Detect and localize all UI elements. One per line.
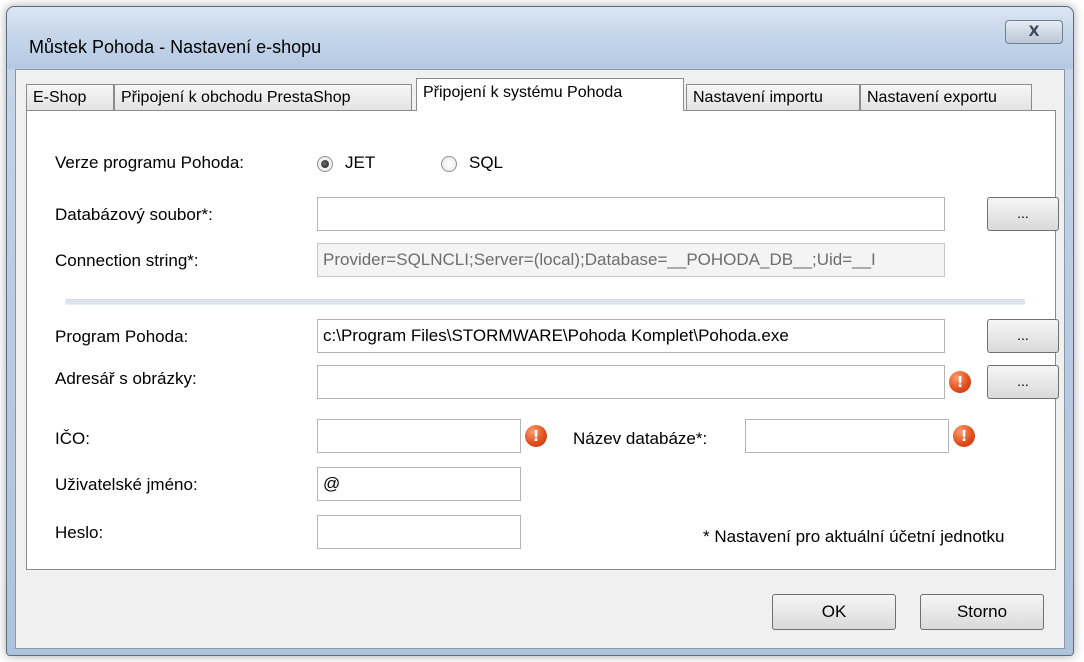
db-file-input[interactable] bbox=[317, 197, 945, 231]
password-label: Heslo: bbox=[55, 523, 104, 542]
tab-import-settings[interactable]: Nastavení importu bbox=[686, 84, 860, 110]
program-pohoda-input[interactable]: c:\Program Files\STORMWARE\Pohoda Komple… bbox=[317, 319, 945, 353]
db-name-label: Název databáze*: bbox=[573, 429, 708, 448]
dialog-body: E-Shop Připojení k obchodu PrestaShop Př… bbox=[15, 69, 1065, 649]
radio-jet-label[interactable]: JET bbox=[345, 153, 375, 173]
settings-note: * Nastavení pro aktuální účetní jednotku bbox=[703, 527, 1005, 546]
db-file-browse-button[interactable]: ... bbox=[987, 197, 1059, 231]
radio-jet[interactable] bbox=[317, 156, 333, 172]
window-title: Můstek Pohoda - Nastavení e-shopu bbox=[29, 37, 322, 57]
tab-prestashop-connection[interactable]: Připojení k obchodu PrestaShop bbox=[114, 84, 412, 110]
images-dir-error-icon: ! bbox=[949, 371, 971, 393]
images-dir-input[interactable] bbox=[317, 365, 945, 399]
connection-string-input[interactable]: Provider=SQLNCLI;Server=(local);Database… bbox=[317, 243, 945, 277]
radio-sql[interactable] bbox=[441, 156, 457, 172]
images-dir-label: Adresář s obrázky: bbox=[55, 369, 197, 388]
close-icon: X bbox=[1028, 24, 1040, 40]
program-pohoda-browse-button[interactable]: ... bbox=[987, 319, 1059, 353]
db-name-error-icon: ! bbox=[953, 425, 975, 447]
connection-string-label: Connection string*: bbox=[55, 251, 199, 270]
version-label: Verze programu Pohoda: bbox=[55, 153, 245, 172]
title-bar[interactable]: Můstek Pohoda - Nastavení e-shopu X bbox=[7, 7, 1073, 69]
dialog-window: Můstek Pohoda - Nastavení e-shopu X E-Sh… bbox=[6, 6, 1074, 656]
tab-eshop[interactable]: E-Shop bbox=[26, 84, 114, 110]
password-input[interactable] bbox=[317, 515, 521, 549]
ico-label: IČO: bbox=[55, 429, 90, 448]
images-dir-browse-button[interactable]: ... bbox=[987, 365, 1059, 399]
tab-pohoda-connection[interactable]: Připojení k systému Pohoda bbox=[416, 78, 684, 111]
radio-sql-label[interactable]: SQL bbox=[469, 153, 503, 173]
db-file-label: Databázový soubor*: bbox=[55, 205, 213, 224]
ico-error-icon: ! bbox=[525, 425, 547, 447]
ok-button[interactable]: OK bbox=[772, 594, 896, 630]
db-name-input[interactable] bbox=[745, 419, 949, 453]
username-input[interactable]: @ bbox=[317, 467, 521, 501]
tab-export-settings[interactable]: Nastavení exportu bbox=[860, 84, 1032, 110]
username-label: Uživatelské jméno: bbox=[55, 475, 198, 494]
tab-panel: Verze programu Pohoda: JET SQL Databázov… bbox=[26, 110, 1059, 570]
cancel-button[interactable]: Storno bbox=[920, 594, 1044, 630]
ico-input[interactable] bbox=[317, 419, 521, 453]
close-button[interactable]: X bbox=[1005, 20, 1063, 44]
program-pohoda-label: Program Pohoda: bbox=[55, 327, 189, 346]
section-separator bbox=[65, 299, 1025, 305]
